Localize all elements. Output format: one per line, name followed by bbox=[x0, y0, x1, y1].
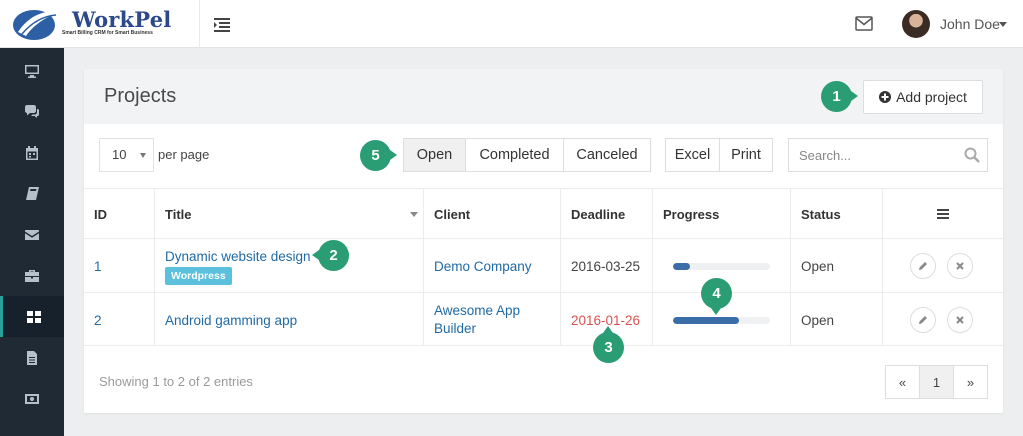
pencil-icon bbox=[919, 262, 927, 270]
header-deadline[interactable]: Deadline bbox=[561, 189, 653, 238]
list-menu-icon[interactable] bbox=[937, 209, 949, 219]
row-id[interactable]: 2 bbox=[94, 313, 102, 328]
header-client[interactable]: Client bbox=[424, 189, 561, 238]
add-project-label: Add project bbox=[896, 89, 967, 105]
sort-desc-icon bbox=[410, 212, 418, 217]
user-name[interactable]: John Doe bbox=[940, 16, 1000, 32]
header-actions[interactable] bbox=[883, 189, 1003, 238]
delete-button[interactable] bbox=[947, 307, 973, 333]
chat-icon bbox=[25, 104, 39, 118]
callout-badge: 2 bbox=[312, 240, 349, 271]
table-row: 1 Dynamic website design Wordpress Demo … bbox=[84, 238, 1003, 292]
top-bar: WorkPel Smart Billing CRM for Smart Busi… bbox=[0, 0, 1023, 48]
row-status: Open bbox=[801, 259, 835, 274]
filter-completed-button[interactable]: Completed bbox=[465, 138, 564, 172]
row-client-link[interactable]: Demo Company bbox=[434, 259, 532, 274]
logo-mark-icon bbox=[13, 10, 60, 40]
search-icon bbox=[964, 147, 980, 163]
row-client-link[interactable]: Awesome App Builder bbox=[434, 302, 544, 338]
filter-canceled-button[interactable]: Canceled bbox=[563, 138, 651, 172]
avatar[interactable] bbox=[902, 10, 930, 38]
entries-info: Showing 1 to 2 of 2 entries bbox=[99, 374, 253, 389]
per-page-label: per page bbox=[158, 147, 210, 162]
monitor-icon bbox=[25, 64, 39, 78]
progress-bar bbox=[673, 317, 770, 324]
callout-badge: 4 bbox=[701, 278, 732, 315]
export-excel-button[interactable]: Excel bbox=[665, 138, 720, 172]
progress-bar bbox=[673, 263, 770, 270]
callout-badge: 5 bbox=[360, 140, 397, 171]
search-input[interactable] bbox=[788, 138, 988, 172]
progress-fill bbox=[673, 317, 739, 324]
logo-text: WorkPel bbox=[72, 7, 172, 32]
table-header-row: ID Title Client Deadline Progress Status bbox=[84, 188, 1003, 238]
header-title[interactable]: Title bbox=[155, 189, 424, 238]
money-icon bbox=[25, 393, 39, 404]
per-page-caret-icon[interactable] bbox=[140, 153, 146, 158]
filter-open-button[interactable]: Open bbox=[403, 138, 466, 172]
mail-icon bbox=[25, 229, 39, 240]
menu-toggle-icon[interactable] bbox=[214, 16, 230, 32]
print-button[interactable]: Print bbox=[719, 138, 773, 172]
divider bbox=[199, 0, 200, 48]
logo[interactable]: WorkPel Smart Billing CRM for Smart Busi… bbox=[10, 4, 200, 44]
pagination-prev-button[interactable]: « bbox=[885, 365, 920, 399]
notifications-mail-icon[interactable] bbox=[855, 16, 873, 31]
briefcase-icon bbox=[25, 269, 39, 282]
grid-icon bbox=[26, 310, 41, 323]
sidebar-item-notes[interactable] bbox=[0, 173, 64, 214]
header-progress[interactable]: Progress bbox=[653, 189, 791, 238]
callout-badge: 1 bbox=[821, 81, 858, 112]
add-project-button[interactable]: Add project bbox=[863, 80, 983, 114]
delete-button[interactable] bbox=[947, 253, 973, 279]
plus-circle-icon bbox=[879, 91, 892, 103]
page-title: Projects bbox=[104, 85, 177, 107]
sidebar-item-documents[interactable] bbox=[0, 337, 64, 378]
document-icon bbox=[27, 350, 37, 365]
header-id[interactable]: ID bbox=[84, 189, 155, 238]
sidebar-item-clients[interactable] bbox=[0, 255, 64, 296]
progress-fill bbox=[673, 263, 691, 270]
sidebar-item-messages[interactable] bbox=[0, 91, 64, 132]
row-id[interactable]: 1 bbox=[94, 259, 102, 274]
sidebar bbox=[0, 48, 64, 436]
book-icon bbox=[26, 186, 39, 200]
user-menu-caret-icon[interactable] bbox=[999, 22, 1007, 27]
sidebar-item-dashboard[interactable] bbox=[0, 50, 64, 91]
label-tag: Wordpress bbox=[165, 267, 232, 285]
close-icon bbox=[956, 316, 964, 324]
table-row: 2 Android gamming app Awesome App Builde… bbox=[84, 292, 1003, 346]
row-title-link[interactable]: Dynamic website design bbox=[165, 249, 311, 264]
sidebar-item-calendar[interactable] bbox=[0, 132, 64, 173]
edit-button[interactable] bbox=[910, 253, 936, 279]
pagination-next-button[interactable]: » bbox=[953, 365, 988, 399]
header-status[interactable]: Status bbox=[791, 189, 883, 238]
pagination-page-1[interactable]: 1 bbox=[919, 365, 954, 399]
sidebar-item-mail[interactable] bbox=[0, 214, 64, 255]
row-deadline: 2016-03-25 bbox=[571, 259, 641, 274]
edit-button[interactable] bbox=[910, 307, 936, 333]
panel-header: Projects Add project bbox=[84, 69, 1003, 124]
pencil-icon bbox=[919, 316, 927, 324]
sidebar-item-payments[interactable] bbox=[0, 378, 64, 419]
callout-badge: 3 bbox=[593, 326, 624, 363]
close-icon bbox=[956, 262, 964, 270]
logo-tagline: Smart Billing CRM for Smart Business bbox=[62, 30, 153, 36]
row-status: Open bbox=[801, 313, 835, 328]
sidebar-item-projects[interactable] bbox=[0, 296, 64, 337]
calendar-icon bbox=[26, 145, 38, 160]
row-title-link[interactable]: Android gamming app bbox=[165, 313, 297, 328]
